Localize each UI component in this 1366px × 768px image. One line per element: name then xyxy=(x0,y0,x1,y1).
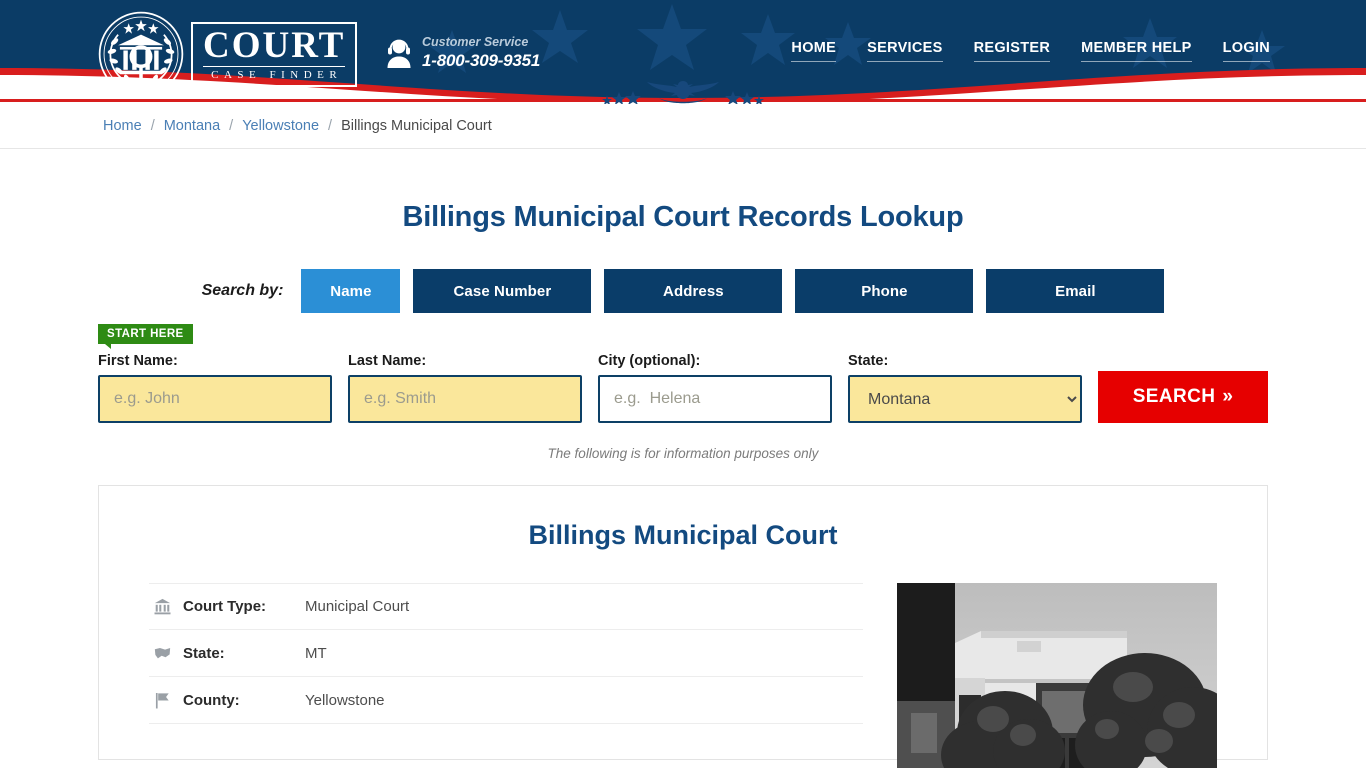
first-name-field-group: First Name: xyxy=(98,353,332,423)
main-navigation: HOME SERVICES REGISTER MEMBER HELP LOGIN xyxy=(791,40,1270,62)
last-name-field-group: Last Name: xyxy=(348,353,582,423)
breadcrumb-separator: / xyxy=(151,118,155,134)
state-field-group: State: Montana xyxy=(848,353,1082,423)
logo-wordmark: COURT CASE FINDER xyxy=(191,22,357,87)
courthouse-photo xyxy=(897,583,1217,768)
detail-value: MT xyxy=(305,645,327,662)
detail-row-court-type: Court Type: Municipal Court xyxy=(149,583,863,630)
detail-label: Court Type: xyxy=(183,598,305,615)
logo-word-top: COURT xyxy=(203,27,345,64)
last-name-label: Last Name: xyxy=(348,353,582,369)
start-here-badge: START HERE xyxy=(98,324,193,344)
customer-service-block: Customer Service 1-800-309-9351 xyxy=(386,35,540,71)
nav-item-services[interactable]: SERVICES xyxy=(867,40,942,62)
breadcrumb-separator: / xyxy=(229,118,233,134)
site-logo[interactable]: COURT CASE FINDER xyxy=(97,10,357,98)
page-title: Billings Municipal Court Records Lookup xyxy=(0,201,1366,234)
nav-item-member-help[interactable]: MEMBER HELP xyxy=(1081,40,1191,62)
breadcrumb-item-yellowstone[interactable]: Yellowstone xyxy=(242,118,319,134)
tab-phone[interactable]: Phone xyxy=(795,269,973,313)
court-seal-icon xyxy=(97,10,185,98)
tab-name[interactable]: Name xyxy=(301,269,400,313)
disclaimer-text: The following is for information purpose… xyxy=(0,446,1366,461)
chevron-double-right-icon: » xyxy=(1222,386,1233,408)
search-by-label: Search by: xyxy=(202,282,284,300)
search-by-tabs: Search by: Name Case Number Address Phon… xyxy=(0,269,1366,313)
state-select[interactable]: Montana xyxy=(848,375,1082,423)
detail-row-state: State: MT xyxy=(149,630,863,677)
first-name-label: First Name: xyxy=(98,353,332,369)
breadcrumb-separator: / xyxy=(328,118,332,134)
detail-row-county: County: Yellowstone xyxy=(149,677,863,724)
detail-label: County: xyxy=(183,692,305,709)
search-button-label: SEARCH xyxy=(1133,386,1216,408)
city-label: City (optional): xyxy=(598,353,832,369)
search-button[interactable]: SEARCH » xyxy=(1098,371,1268,423)
breadcrumb-bar: Home / Montana / Yellowstone / Billings … xyxy=(0,104,1366,149)
city-input[interactable] xyxy=(598,375,832,423)
logo-word-bottom: CASE FINDER xyxy=(206,70,342,81)
detail-value: Yellowstone xyxy=(305,692,385,709)
nav-item-home[interactable]: HOME xyxy=(791,40,836,62)
court-details-list: Court Type: Municipal Court State: MT xyxy=(149,583,863,768)
customer-service-phone[interactable]: 1-800-309-9351 xyxy=(422,51,540,71)
search-form: START HERE First Name: Last Name: City (… xyxy=(98,324,1268,423)
tab-address[interactable]: Address xyxy=(604,269,782,313)
us-map-icon xyxy=(149,646,175,661)
eagle-emblem-icon xyxy=(585,76,781,104)
customer-service-label: Customer Service xyxy=(422,35,540,51)
court-card-title: Billings Municipal Court xyxy=(149,520,1217,551)
court-info-card: Billings Municipal Court Court Type: Mun… xyxy=(98,485,1268,760)
last-name-input[interactable] xyxy=(348,375,582,423)
nav-item-register[interactable]: REGISTER xyxy=(974,40,1051,62)
headset-agent-icon xyxy=(386,38,412,68)
first-name-input[interactable] xyxy=(98,375,332,423)
bank-building-icon xyxy=(149,598,175,615)
nav-item-login[interactable]: LOGIN xyxy=(1223,40,1270,62)
tab-email[interactable]: Email xyxy=(986,269,1164,313)
state-label: State: xyxy=(848,353,1082,369)
breadcrumb-item-home[interactable]: Home xyxy=(103,118,142,134)
detail-value: Municipal Court xyxy=(305,598,409,615)
city-field-group: City (optional): xyxy=(598,353,832,423)
breadcrumb-item-montana[interactable]: Montana xyxy=(164,118,220,134)
breadcrumb-item-current: Billings Municipal Court xyxy=(341,118,492,134)
breadcrumb: Home / Montana / Yellowstone / Billings … xyxy=(0,118,492,134)
site-header: COURT CASE FINDER Customer Service 1-800… xyxy=(0,0,1366,104)
detail-label: State: xyxy=(183,645,305,662)
flag-icon xyxy=(149,692,175,709)
tab-case-number[interactable]: Case Number xyxy=(413,269,591,313)
